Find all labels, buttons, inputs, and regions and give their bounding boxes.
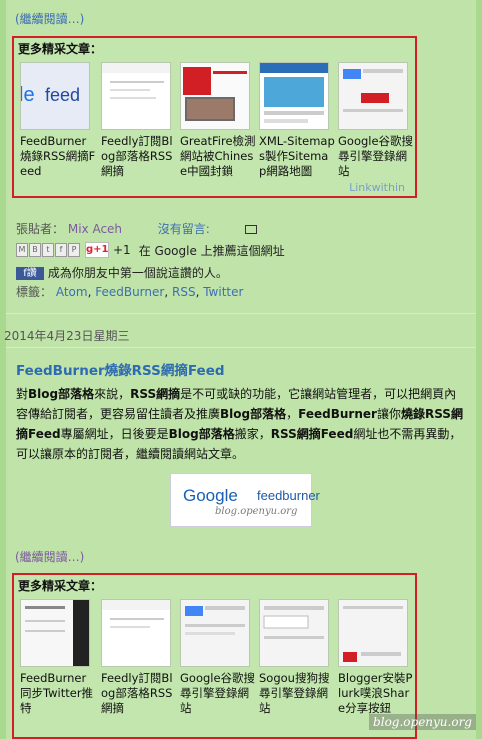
email-icon[interactable] xyxy=(245,225,258,234)
divider xyxy=(6,313,476,314)
post-body: 對Blog部落格來說，RSS網摘是不可或缺的功能，它讓網站管理者，可以把網頁內容… xyxy=(16,387,463,461)
date-header: 2014年4月23日星期三 xyxy=(4,329,130,343)
label-link[interactable]: Twitter xyxy=(203,285,243,299)
feedburner-text: feedburner xyxy=(257,488,320,503)
divider xyxy=(6,347,476,348)
site-watermark: blog.openyu.org xyxy=(369,714,476,730)
related-post-caption[interactable]: Feedly訂閱Blog部落格RSS網摘 xyxy=(101,671,177,716)
related-post-caption[interactable]: FeedBurner同步Twitter推特 xyxy=(20,671,96,716)
related-post-item[interactable]: FeedBurner同步Twitter推特 xyxy=(20,599,96,716)
related-post-item[interactable]: Google谷歌搜尋引擎登錄網站 xyxy=(180,599,256,716)
labels-label: 標籤： xyxy=(16,285,53,299)
svg-text:feed: feed xyxy=(45,85,80,105)
facebook-like-icon[interactable]: f讚 xyxy=(16,267,44,280)
facebook-share-icon[interactable]: f xyxy=(55,243,67,257)
related-post-caption[interactable]: Google谷歌搜尋引擎登錄網站 xyxy=(180,671,256,716)
related-post-item[interactable]: Feedly訂閱Blog部落格RSS網摘 xyxy=(101,62,177,179)
related-posts-box: 更多精采文章： FeedBurner同步Twitter推特 Feedly訂閱Bl… xyxy=(12,573,417,739)
related-post-item[interactable]: GreatFire檢測網站被Chinese中國封鎖 xyxy=(180,62,256,179)
facebook-like-text: 成為你朋友中第一個說這讚的人。 xyxy=(47,266,228,280)
post-image: Google feedburner blog.openyu.org xyxy=(170,473,320,527)
related-post-caption[interactable]: Feedly訂閱Blog部落格RSS網摘 xyxy=(101,134,177,179)
linkwithin-link[interactable]: Linkwithin xyxy=(349,181,405,194)
related-post-thumbnail[interactable]: lefeed xyxy=(20,62,90,130)
gplus-text: 在 Google 上推薦這個網址 xyxy=(138,243,285,258)
read-more-link[interactable]: (繼續閱讀…) xyxy=(15,10,84,27)
related-posts-box: 更多精采文章： lefeed FeedBurner燒錄RSS網摘Feed Fee… xyxy=(12,36,417,198)
related-post-item[interactable]: XML-Sitemaps製作Sitemap網路地圖 xyxy=(259,62,335,179)
related-post-caption[interactable]: Google谷歌搜尋引擎登錄網站 xyxy=(338,134,414,179)
svg-text:le: le xyxy=(21,84,35,106)
email-share-icon[interactable]: M xyxy=(16,243,28,257)
gplus-count: +1 xyxy=(113,243,131,257)
pinterest-share-icon[interactable]: P xyxy=(68,243,80,257)
comments-link[interactable]: 沒有留言: xyxy=(158,222,210,236)
related-post-item[interactable]: Google谷歌搜尋引擎登錄網站 xyxy=(338,62,414,179)
read-more-link[interactable]: (繼續閱讀…) xyxy=(15,548,84,565)
related-post-thumbnail[interactable] xyxy=(101,62,171,130)
labels-row: 標籤： Atom, FeedBurner, RSS, Twitter xyxy=(16,285,244,299)
label-link[interactable]: FeedBurner xyxy=(95,285,164,299)
label-link[interactable]: RSS xyxy=(172,285,196,299)
related-posts-title: 更多精采文章： xyxy=(18,42,103,56)
gplus-button[interactable]: g+1 xyxy=(85,242,109,258)
related-post-item[interactable]: Blogger安裝Plurk噗浪Share分享按鈕 xyxy=(338,599,414,716)
related-post-thumbnail[interactable] xyxy=(180,599,250,667)
related-post-item[interactable]: Sogou搜狗搜尋引擎登錄網站 xyxy=(259,599,335,716)
related-post-thumbnail[interactable] xyxy=(338,62,408,130)
related-post-thumbnail[interactable] xyxy=(259,599,329,667)
related-post-caption[interactable]: FeedBurner燒錄RSS網摘Feed xyxy=(20,134,96,179)
twitter-share-icon[interactable]: t xyxy=(42,243,54,257)
blog-share-icon[interactable]: B xyxy=(29,243,41,257)
related-post-caption[interactable]: GreatFire檢測網站被Chinese中國封鎖 xyxy=(180,134,256,179)
facebook-like-row: f讚 成為你朋友中第一個說這讚的人。 xyxy=(16,264,228,281)
share-buttons: M B t f P g+1 +1 在 Google 上推薦這個網址 xyxy=(16,242,285,258)
related-post-caption[interactable]: XML-Sitemaps製作Sitemap網路地圖 xyxy=(259,134,335,179)
google-logo: Google xyxy=(183,486,238,505)
related-post-thumbnail[interactable] xyxy=(180,62,250,130)
related-post-thumbnail[interactable] xyxy=(20,599,90,667)
image-watermark: blog.openyu.org xyxy=(215,506,298,517)
related-post-caption[interactable]: Sogou搜狗搜尋引擎登錄網站 xyxy=(259,671,335,716)
related-post-thumbnail[interactable] xyxy=(338,599,408,667)
related-posts-title: 更多精采文章： xyxy=(18,579,103,593)
author-link[interactable]: Mix Aceh xyxy=(68,222,122,236)
post-title[interactable]: FeedBurner燒錄RSS網摘Feed xyxy=(16,359,225,379)
related-post-thumbnail[interactable] xyxy=(259,62,329,130)
related-post-caption[interactable]: Blogger安裝Plurk噗浪Share分享按鈕 xyxy=(338,671,414,716)
related-post-item[interactable]: Feedly訂閱Blog部落格RSS網摘 xyxy=(101,599,177,716)
label-link[interactable]: Atom xyxy=(56,285,88,299)
related-post-thumbnail[interactable] xyxy=(101,599,171,667)
related-post-item[interactable]: lefeed FeedBurner燒錄RSS網摘Feed xyxy=(20,62,96,179)
post-meta: 張貼者： Mix Aceh 沒有留言: xyxy=(16,220,258,237)
posted-by-label: 張貼者： xyxy=(16,222,65,236)
